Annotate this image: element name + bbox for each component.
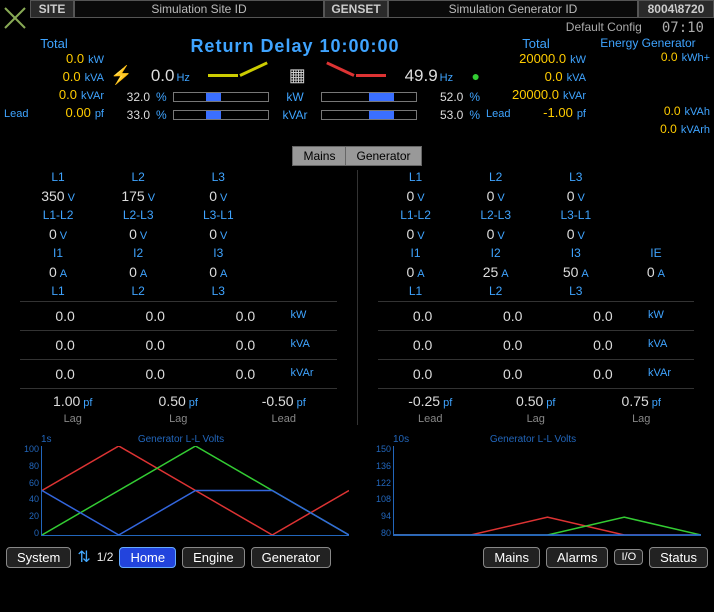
home-button[interactable]: Home: [119, 547, 176, 568]
config-label: Default Config: [566, 20, 642, 34]
bottom-nav: System ⇅ 1/2 Home Engine Generator Mains…: [0, 543, 714, 571]
engine-button[interactable]: Engine: [182, 547, 244, 568]
device-code: 8004\8720: [638, 0, 714, 18]
site-label: SITE: [30, 0, 74, 18]
genset-value: Simulation Generator ID: [388, 0, 638, 18]
kvar-bar: 33.0% kVAr 53.0%: [104, 108, 486, 122]
totals-left: Total 0.0kW 0.0kVA 0.0kVAr Lead0.00pf: [4, 36, 104, 140]
bus-icon: ▦: [289, 65, 306, 86]
chart-right: 10s Generator L-L Volts 1501361221089480: [362, 433, 704, 539]
clock: 07:10: [662, 20, 704, 34]
chart-left: 1s Generator L-L Volts 100806040200: [10, 433, 352, 539]
alarms-button[interactable]: Alarms: [546, 547, 608, 568]
totals-right: Total 20000.0kW 0.0kVA 20000.0kVAr Lead-…: [486, 36, 586, 140]
genset-label: GENSET: [324, 0, 388, 18]
generator-button[interactable]: Generator: [251, 547, 332, 568]
generator-readings: L1L2L30V0V0VL1-L2L2-L3L3-L10V0V0VI1I2I3I…: [378, 170, 695, 425]
grid-icon: ⚡: [110, 65, 132, 86]
status-button[interactable]: Status: [649, 547, 708, 568]
tab-mains[interactable]: Mains: [292, 146, 346, 166]
system-button[interactable]: System: [6, 547, 71, 568]
energy-col: Energy Generator 0.0kWh+ 0.0kVAh 0.0kVAr…: [586, 36, 710, 140]
mains-readings: L1L2L3350V175V0VL1-L2L2-L3L3-L10V0V0VI1I…: [20, 170, 337, 425]
mains-freq: 0.0: [151, 66, 175, 86]
mains-button[interactable]: Mains: [483, 547, 540, 568]
page-arrow-icon[interactable]: ⇅: [77, 547, 90, 567]
gen-breaker: [324, 74, 386, 77]
total-header: Total: [4, 36, 104, 51]
topbar: SITE Simulation Site ID GENSET Simulatio…: [30, 0, 714, 18]
kw-bar: 32.0% kW 52.0%: [104, 90, 486, 104]
gen-freq: 49.9: [405, 66, 438, 86]
site-value: Simulation Site ID: [74, 0, 324, 18]
main-icon: [0, 0, 30, 36]
center-block: Return Delay 10:00:00 ⚡ 0.0Hz ▦ 49.9Hz ●…: [104, 36, 486, 140]
io-button[interactable]: I/O: [614, 549, 643, 565]
mains-breaker: [208, 74, 270, 77]
tab-generator[interactable]: Generator: [346, 146, 421, 166]
subtitle-row: Default Config 07:10: [30, 18, 714, 36]
total-header: Total: [486, 36, 586, 51]
return-delay: Return Delay 10:00:00: [190, 36, 399, 57]
page-indicator: 1/2: [97, 550, 114, 564]
generator-icon: ●: [472, 68, 480, 84]
energy-header: Energy Generator: [586, 36, 710, 50]
